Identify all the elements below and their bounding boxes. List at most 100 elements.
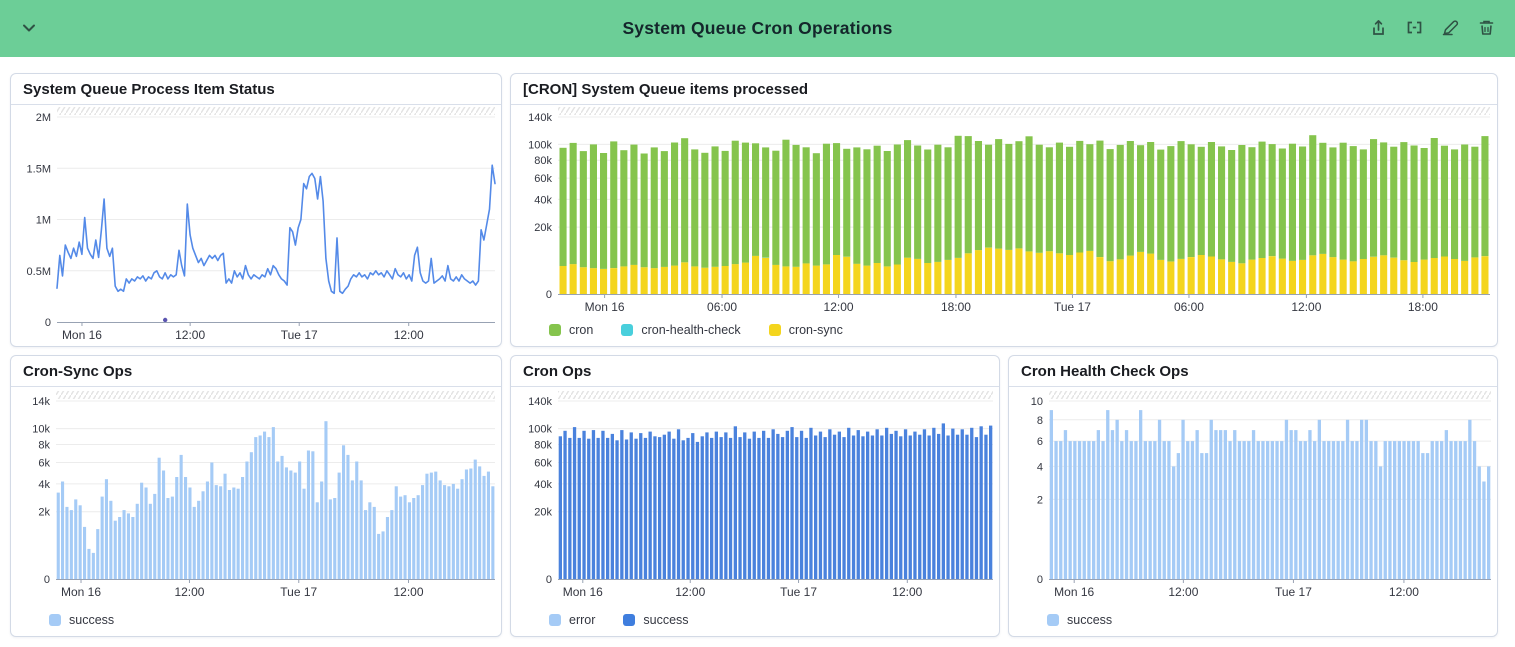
legend-item-success[interactable]: success [49,613,114,627]
legend-label: success [69,613,114,627]
svg-text:12:00: 12:00 [675,585,705,599]
svg-text:0: 0 [44,574,50,586]
header-actions [1365,14,1499,40]
svg-text:140k: 140k [528,112,552,124]
svg-text:14k: 14k [32,396,50,408]
dashboard-row-2: Cron-Sync Ops 0 2k 4k 6k 8k 10k 14k Mon 16 12:00… [10,355,1498,637]
panel-title: Cron-Sync Ops [11,356,501,387]
legend-item-success[interactable]: success [623,613,688,627]
svg-text:8k: 8k [38,439,50,451]
svg-text:12:00: 12:00 [824,300,854,314]
svg-text:2: 2 [1037,494,1043,506]
legend-item-cron-health-check[interactable]: cron-health-check [621,323,740,337]
svg-text:Tue 17: Tue 17 [780,585,817,599]
legend-item-error[interactable]: error [549,613,595,627]
svg-text:6: 6 [1037,436,1043,448]
svg-text:Mon 16: Mon 16 [563,585,603,599]
cron-health-check-ops-chart[interactable]: 0246810Mon 1612:00Tue 1712:00 [1009,387,1497,610]
cron-sync-ops-chart[interactable]: 02k4k6k8k10k14kMon 1612:00Tue 1712:00 [11,387,501,610]
svg-text:Tue 17: Tue 17 [1275,585,1312,599]
svg-text:2k: 2k [38,507,50,519]
svg-text:80k: 80k [534,439,552,451]
legend-swatch [1047,614,1059,626]
svg-text:12:00: 12:00 [1389,585,1419,599]
dashboard-title: System Queue Cron Operations [622,18,892,39]
svg-text:06:00: 06:00 [707,300,737,314]
svg-text:12:00: 12:00 [394,328,424,342]
svg-text:40k: 40k [534,194,552,206]
svg-text:4: 4 [1037,461,1043,473]
svg-text:20k: 20k [534,222,552,234]
panel-cron-ops: Cron Ops 020k40k60k80k100k140kMon 1612:0… [510,355,1000,637]
svg-text:2M: 2M [36,112,51,124]
svg-text:Tue 17: Tue 17 [1054,300,1091,314]
trash-icon [1477,18,1496,37]
svg-text:12:00: 12:00 [1168,585,1198,599]
svg-text:60k: 60k [534,173,552,185]
panel-title: Cron Health Check Ops [1009,356,1497,387]
legend-label: success [643,613,688,627]
svg-text:12:00: 12:00 [174,585,204,599]
panel-title: [CRON] System Queue items processed [511,74,1497,105]
share-button[interactable] [1365,14,1391,40]
svg-text:0: 0 [1037,574,1043,586]
svg-text:100k: 100k [528,139,552,151]
svg-text:0: 0 [546,289,552,301]
legend-swatch [549,614,561,626]
embed-button[interactable] [1401,14,1427,40]
delete-button[interactable] [1473,14,1499,40]
edit-button[interactable] [1437,14,1463,40]
svg-text:40k: 40k [534,479,552,491]
svg-text:Tue 17: Tue 17 [280,585,317,599]
svg-text:Mon 16: Mon 16 [1054,585,1094,599]
svg-text:Mon 16: Mon 16 [61,585,101,599]
panel-title: Cron Ops [511,356,999,387]
legend-item-cron-sync[interactable]: cron-sync [769,323,843,337]
share-icon [1369,18,1388,37]
panel-items-processed: [CRON] System Queue items processed 0 20k… [510,73,1498,347]
legend: success [1009,610,1497,636]
legend-label: error [569,613,595,627]
svg-text:4k: 4k [38,479,50,491]
svg-text:12:00: 12:00 [1291,300,1321,314]
embed-icon [1405,18,1424,37]
legend-swatch [49,614,61,626]
svg-text:1M: 1M [36,215,51,227]
legend-swatch [623,614,635,626]
process-item-status-chart[interactable]: 00.5M1M1.5M2MMon 1612:00Tue 1712:00 [11,105,501,346]
legend-swatch [549,324,561,336]
items-processed-chart[interactable]: 0 20k 40k 60k 80k 100k 140k Mon 16 06:00 12:00 18:… [511,105,1497,320]
legend-swatch [769,324,781,336]
svg-text:10: 10 [1031,396,1043,408]
svg-text:Mon 16: Mon 16 [585,300,625,314]
legend: cron cron-health-check cron-sync [511,320,1497,346]
collapse-button[interactable] [16,15,42,41]
legend-item-success[interactable]: success [1047,613,1112,627]
legend-label: cron [569,323,593,337]
svg-text:60k: 60k [534,457,552,469]
legend: error success [511,610,999,636]
cron-ops-chart[interactable]: 020k40k60k80k100k140kMon 1612:00Tue 1712… [511,387,999,610]
svg-text:18:00: 18:00 [1408,300,1438,314]
legend-label: cron-health-check [641,323,740,337]
legend: success [11,610,501,636]
panel-cron-health-check-ops: Cron Health Check Ops 0246810Mon 1612:00… [1008,355,1498,637]
svg-text:6k: 6k [38,457,50,469]
svg-text:1.5M: 1.5M [27,163,51,175]
pencil-icon [1441,18,1460,37]
svg-text:80k: 80k [534,155,552,167]
svg-text:12:00: 12:00 [175,328,205,342]
panel-cron-sync-ops: Cron-Sync Ops 0 2k 4k 6k 8k 10k 14k Mon 16 12:00… [10,355,502,637]
panel-process-item-status: System Queue Process Item Status 0 0.5M 1M… [10,73,502,347]
legend-label: success [1067,613,1112,627]
svg-text:0.5M: 0.5M [27,266,51,278]
svg-text:0: 0 [45,317,51,329]
chevron-down-icon [20,19,38,37]
svg-text:Mon 16: Mon 16 [62,328,102,342]
dashboard-row-1: System Queue Process Item Status 0 0.5M 1M… [10,73,1498,347]
svg-text:10k: 10k [32,424,50,436]
panel-title: System Queue Process Item Status [11,74,501,105]
svg-text:18:00: 18:00 [941,300,971,314]
legend-item-cron[interactable]: cron [549,323,593,337]
svg-text:100k: 100k [528,424,552,436]
